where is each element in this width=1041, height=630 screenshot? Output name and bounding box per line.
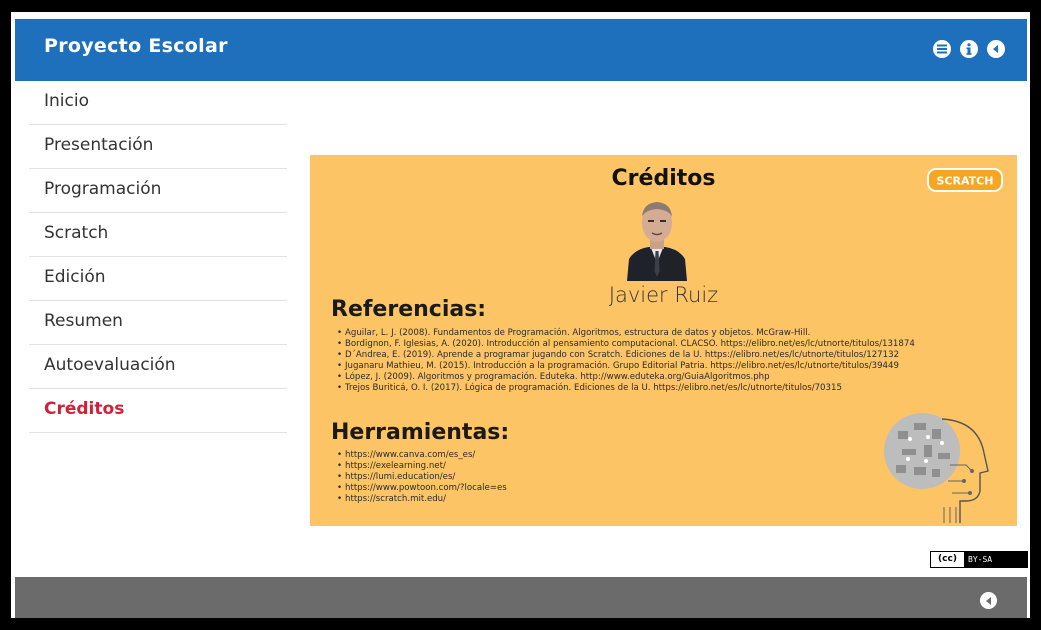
author-photo	[621, 193, 693, 281]
list-item: https://www.powtoon.com/?locale=es	[337, 483, 507, 494]
list-item: Trejos Buriticá, O. I. (2017). Lógica de…	[337, 383, 915, 394]
back-icon[interactable]	[987, 40, 1005, 58]
app-title: Proyecto Escolar	[44, 35, 228, 57]
list-item: https://scratch.mit.edu/	[337, 494, 507, 505]
sidebar-item-edicion[interactable]: Edición	[29, 257, 287, 301]
references-list: Aguilar, L. J. (2008). Fundamentos de Pr…	[337, 328, 915, 394]
footer-bar	[15, 577, 1027, 618]
tools-heading: Herramientas:	[331, 420, 510, 445]
scratch-logo: SCRATCH	[927, 168, 1003, 192]
info-icon[interactable]	[960, 40, 978, 58]
list-item: https://exelearning.net/	[337, 461, 507, 472]
list-item: Juganaru Mathieu, M. (2015). Introducció…	[337, 361, 915, 372]
prev-page-icon[interactable]	[980, 592, 997, 609]
list-item: Aguilar, L. J. (2008). Fundamentos de Pr…	[337, 328, 915, 339]
sidebar-item-autoevaluacion[interactable]: Autoevaluación	[29, 345, 287, 389]
brain-circuit-illustration	[884, 413, 989, 523]
header-bar: Proyecto Escolar	[15, 19, 1027, 81]
list-item: https://www.canva.com/es_es/	[337, 450, 507, 461]
header-icons	[933, 40, 1005, 58]
list-item: https://lumi.education/es/	[337, 472, 507, 483]
sidebar-item-creditos[interactable]: Créditos	[29, 389, 287, 433]
sidebar-item-scratch[interactable]: Scratch	[29, 213, 287, 257]
sidebar-item-programacion[interactable]: Programación	[29, 169, 287, 213]
license-label: BY-SA	[964, 552, 1027, 567]
references-heading: Referencias:	[331, 297, 487, 322]
tools-list: https://www.canva.com/es_es/ https://exe…	[337, 450, 507, 505]
license-badge[interactable]: (cc) BY-SA	[930, 551, 1028, 568]
cc-icon: (cc)	[931, 552, 964, 567]
list-item: D´Andrea, E. (2019). Aprende a programar…	[337, 350, 915, 361]
slide-title: Créditos	[611, 166, 716, 191]
sidebar-item-resumen[interactable]: Resumen	[29, 301, 287, 345]
list-item: Bordignon, F. Iglesias, A. (2020). Intro…	[337, 339, 915, 350]
menu-icon[interactable]	[933, 40, 951, 58]
list-item: López, J. (2009). Algoritmos y programac…	[337, 372, 915, 383]
sidebar-item-presentacion[interactable]: Presentación	[29, 125, 287, 169]
sidebar-item-inicio[interactable]: Inicio	[29, 81, 287, 125]
sidebar-nav: Inicio Presentación Programación Scratch…	[29, 81, 287, 577]
credits-slide: Créditos SCRATCH Javier Ruiz Referencias…	[310, 155, 1017, 526]
svg-text:SCRATCH: SCRATCH	[937, 175, 994, 188]
